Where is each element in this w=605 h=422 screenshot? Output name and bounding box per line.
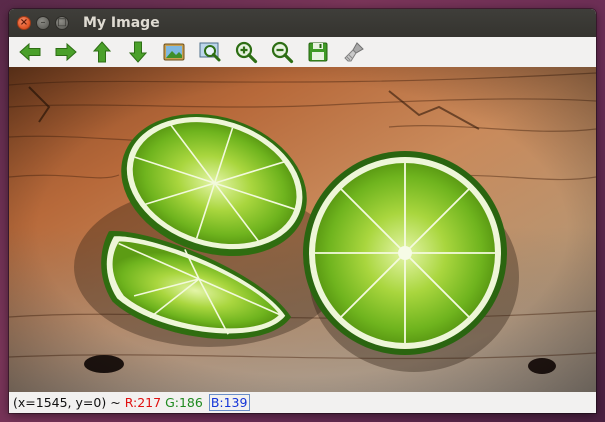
status-separator: ~	[110, 395, 121, 410]
zoom-out-icon	[271, 41, 294, 64]
close-icon[interactable]: ×	[17, 16, 31, 30]
properties-button[interactable]	[341, 39, 367, 65]
pan-left-button[interactable]	[17, 39, 43, 65]
title-bar[interactable]: × – □ My Image	[9, 9, 596, 37]
maximize-icon[interactable]: □	[55, 16, 69, 30]
arrow-right-icon	[55, 42, 77, 62]
pan-right-button[interactable]	[53, 39, 79, 65]
cursor-coordinates: (x=1545, y=0)	[13, 395, 107, 410]
save-icon	[308, 42, 328, 62]
pan-up-button[interactable]	[89, 39, 115, 65]
arrow-down-icon	[128, 41, 148, 63]
pixel-blue-value: B:139	[208, 394, 251, 411]
limes-photo	[9, 67, 596, 392]
image-canvas[interactable]	[9, 67, 596, 392]
image-viewer-window: × – □ My Image (x=1545, y=0) ~ R:217 G:1…	[9, 9, 596, 413]
arrow-left-icon	[19, 42, 41, 62]
pixel-red-value: R:217	[124, 395, 162, 410]
window-title: My Image	[83, 15, 160, 31]
status-bar: (x=1545, y=0) ~ R:217 G:186 B:139	[9, 392, 596, 413]
pixel-green-value: G:186	[165, 395, 203, 410]
zoom-select-icon	[199, 42, 221, 62]
zoom-out-button[interactable]	[269, 39, 295, 65]
arrow-up-icon	[92, 41, 112, 63]
save-button[interactable]	[305, 39, 331, 65]
zoom-fit-button[interactable]	[161, 39, 187, 65]
image-icon	[163, 43, 185, 61]
pan-down-button[interactable]	[125, 39, 151, 65]
toolbar	[9, 37, 596, 68]
zoom-in-button[interactable]	[233, 39, 259, 65]
zoom-select-button[interactable]	[197, 39, 223, 65]
brush-icon	[344, 42, 364, 62]
minimize-icon[interactable]: –	[36, 16, 50, 30]
zoom-in-icon	[235, 41, 258, 64]
